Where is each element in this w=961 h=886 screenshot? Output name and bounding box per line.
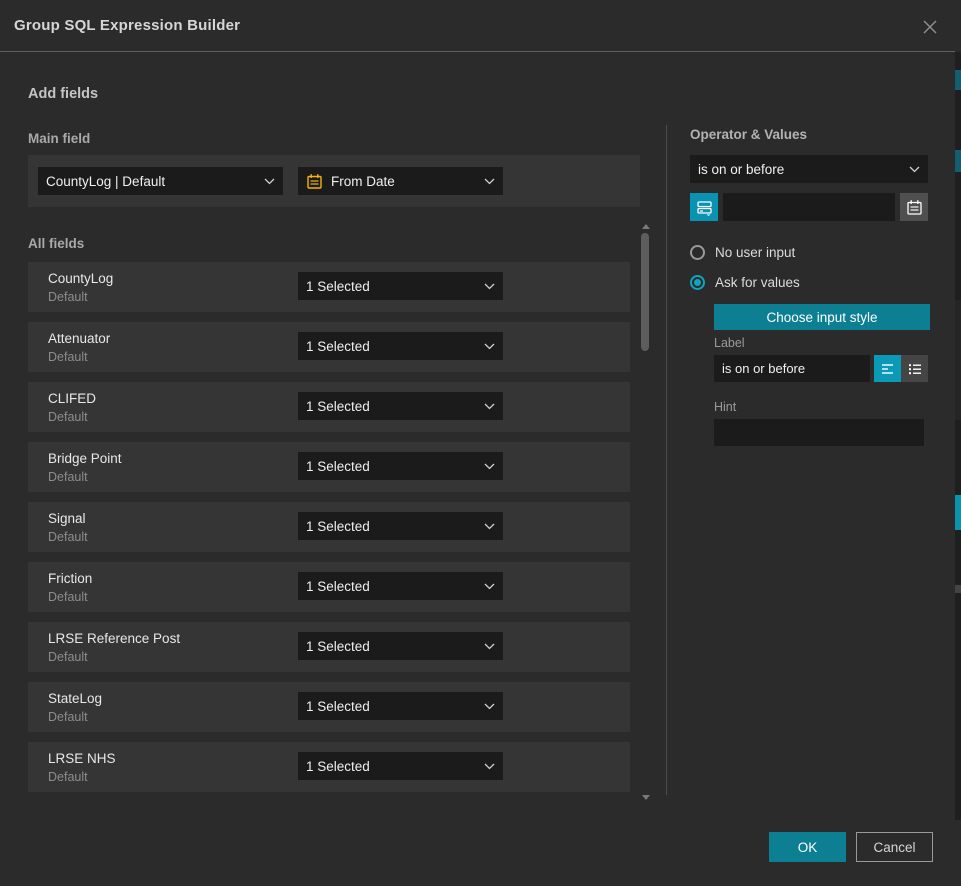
fields-list-scrollbar[interactable]: [640, 222, 652, 802]
field-name: StateLog: [48, 691, 102, 706]
ok-button[interactable]: OK: [769, 832, 846, 862]
field-row-lrse-reference-post: LRSE Reference Post Default 1 Selected: [28, 622, 630, 672]
text-lines-icon: [880, 361, 896, 377]
radio-unselected-icon: [690, 245, 705, 260]
date-value-input[interactable]: [723, 193, 895, 221]
field-selection-dropdown[interactable]: 1 Selected: [298, 632, 503, 660]
hint-input[interactable]: [714, 419, 924, 446]
input-type-icon: [696, 199, 713, 216]
calendar-icon: [306, 173, 323, 190]
field-selection-dropdown[interactable]: 1 Selected: [298, 572, 503, 600]
all-fields-heading: All fields: [28, 236, 84, 251]
hint-caption: Hint: [714, 400, 736, 414]
choose-input-style-button[interactable]: Choose input style: [714, 304, 930, 330]
chevron-down-icon: [484, 523, 495, 530]
add-fields-heading: Add fields: [28, 86, 98, 102]
field-name: Signal: [48, 511, 86, 526]
list-style-button[interactable]: [901, 355, 928, 382]
field-subtitle: Default: [48, 650, 88, 664]
cancel-button[interactable]: Cancel: [856, 832, 933, 862]
radio-selected-icon: [690, 275, 705, 290]
field-subtitle: Default: [48, 290, 88, 304]
field-name: Friction: [48, 571, 92, 586]
close-button[interactable]: [917, 14, 943, 40]
main-field-select-value: From Date: [331, 174, 478, 189]
operator-values-heading: Operator & Values: [690, 127, 807, 142]
label-caption: Label: [714, 336, 745, 350]
field-selection-dropdown[interactable]: 1 Selected: [298, 272, 503, 300]
field-selection-dropdown[interactable]: 1 Selected: [298, 692, 503, 720]
all-fields-list: CountyLog Default 1 Selected Attenuator …: [28, 262, 630, 802]
field-name: LRSE NHS: [48, 751, 116, 766]
label-input[interactable]: [714, 355, 870, 382]
background-app-edge: [955, 0, 961, 886]
field-subtitle: Default: [48, 410, 88, 424]
scrollbar-thumb[interactable]: [641, 233, 649, 351]
date-picker-button[interactable]: [900, 193, 928, 221]
label-input-row: [714, 355, 928, 382]
chevron-down-icon: [484, 343, 495, 350]
chevron-down-icon: [909, 166, 920, 173]
main-field-box: CountyLog | Default From Date: [28, 155, 640, 207]
field-row-bridge-point: Bridge Point Default 1 Selected: [28, 442, 630, 492]
field-name: LRSE Reference Post: [48, 631, 180, 646]
field-subtitle: Default: [48, 470, 88, 484]
dialog-titlebar: Group SQL Expression Builder: [0, 0, 955, 52]
field-selection-dropdown[interactable]: 1 Selected: [298, 332, 503, 360]
field-selection-dropdown[interactable]: 1 Selected: [298, 512, 503, 540]
main-layer-select-value: CountyLog | Default: [46, 174, 258, 189]
radio-ask-for-values[interactable]: Ask for values: [690, 275, 800, 290]
field-subtitle: Default: [48, 590, 88, 604]
field-subtitle: Default: [48, 530, 88, 544]
chevron-down-icon: [484, 283, 495, 290]
field-subtitle: Default: [48, 710, 88, 724]
bulleted-list-icon: [907, 361, 923, 377]
radio-no-user-input[interactable]: No user input: [690, 245, 795, 260]
field-selection-dropdown[interactable]: 1 Selected: [298, 392, 503, 420]
operator-select-value: is on or before: [698, 162, 903, 177]
chevron-down-icon: [484, 643, 495, 650]
field-name: Bridge Point: [48, 451, 122, 466]
field-row-countylog: CountyLog Default 1 Selected: [28, 262, 630, 312]
field-row-signal: Signal Default 1 Selected: [28, 502, 630, 552]
field-row-lrse-nhs: LRSE NHS Default 1 Selected: [28, 742, 630, 792]
single-line-style-button[interactable]: [874, 355, 901, 382]
field-row-friction: Friction Default 1 Selected: [28, 562, 630, 612]
main-field-heading: Main field: [28, 131, 90, 146]
chevron-down-icon: [484, 178, 495, 185]
main-field-select[interactable]: From Date: [298, 167, 503, 195]
chevron-down-icon: [484, 583, 495, 590]
calendar-icon: [906, 199, 923, 216]
value-input-row: [690, 193, 928, 221]
chevron-down-icon: [484, 403, 495, 410]
group-sql-expression-builder-dialog: Group SQL Expression Builder Add fields …: [0, 0, 955, 886]
field-row-clifed: CLIFED Default 1 Selected: [28, 382, 630, 432]
operator-select[interactable]: is on or before: [690, 155, 928, 183]
field-name: Attenuator: [48, 331, 110, 346]
chevron-down-icon: [484, 763, 495, 770]
chevron-down-icon: [484, 463, 495, 470]
field-name: CountyLog: [48, 271, 113, 286]
scroll-down-arrow-icon[interactable]: [642, 795, 650, 800]
dialog-title: Group SQL Expression Builder: [14, 17, 240, 34]
chevron-down-icon: [264, 178, 275, 185]
close-icon: [921, 18, 939, 36]
field-selection-dropdown[interactable]: 1 Selected: [298, 452, 503, 480]
chevron-down-icon: [484, 703, 495, 710]
scroll-up-arrow-icon[interactable]: [642, 224, 650, 229]
input-type-button[interactable]: [690, 193, 718, 221]
field-row-statelog: StateLog Default 1 Selected: [28, 682, 630, 732]
field-subtitle: Default: [48, 770, 88, 784]
main-layer-select[interactable]: CountyLog | Default: [38, 167, 283, 195]
field-selection-dropdown[interactable]: 1 Selected: [298, 752, 503, 780]
field-row-attenuator: Attenuator Default 1 Selected: [28, 322, 630, 372]
field-name: CLIFED: [48, 391, 96, 406]
panel-divider: [666, 125, 667, 795]
field-subtitle: Default: [48, 350, 88, 364]
